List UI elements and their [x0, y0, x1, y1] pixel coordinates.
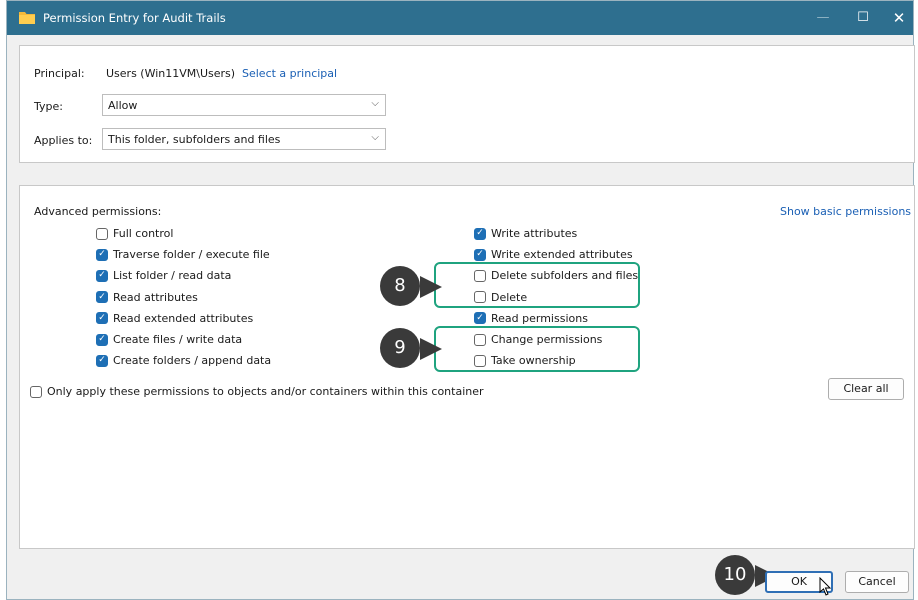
permission-label: Read extended attributes [113, 311, 254, 325]
only-apply-checkbox[interactable]: Only apply these permissions to objects … [30, 385, 484, 398]
folder-icon [19, 12, 35, 24]
checkmark-icon: ✓ [96, 269, 108, 282]
permission-checkbox[interactable]: ✓ Read attributes [96, 291, 198, 304]
type-label: Type: [34, 100, 63, 113]
permission-label: Write attributes [491, 227, 578, 240]
chevron-down-icon: ⌵ [371, 132, 379, 143]
checkmark-icon: ✓ [474, 227, 486, 240]
highlight-delete-group [434, 262, 640, 308]
checkbox-icon [96, 227, 108, 240]
principal-label: Principal: [34, 67, 85, 80]
permission-checkbox[interactable]: ✓ Read permissions [474, 312, 588, 325]
permission-label: Read attributes [113, 290, 198, 304]
minimize-button[interactable]: — [803, 1, 843, 35]
checkmark-icon: ✓ [96, 312, 108, 325]
checkmark-icon: ✓ [96, 291, 108, 304]
only-apply-label: Only apply these permissions to objects … [47, 385, 484, 398]
principal-value: Users (Win11VM\Users) [106, 67, 236, 80]
close-button[interactable]: ✕ [879, 1, 918, 35]
permission-label: Create folders / append data [113, 354, 272, 368]
mouse-cursor-icon [819, 577, 832, 596]
type-select[interactable]: Allow ⌵ [102, 94, 386, 116]
maximize-button[interactable]: ☐ [843, 1, 883, 35]
principal-section: Principal: Users (Win11VM\Users) Select … [19, 45, 915, 163]
checkmark-icon: ✓ [474, 248, 486, 261]
window-title: Permission Entry for Audit Trails [43, 11, 226, 25]
title-bar: Permission Entry for Audit Trails — ☐ ✕ [7, 1, 913, 35]
permission-checkbox[interactable]: ✓ Write attributes [474, 227, 577, 240]
permission-checkbox[interactable]: ✓ List folder / read data [96, 269, 231, 282]
advanced-permissions-label: Advanced permissions: [34, 205, 162, 218]
checkmark-icon: ✓ [96, 248, 108, 261]
permission-label: Full control [113, 227, 174, 240]
permission-label: Read permissions [491, 311, 588, 325]
permission-checkbox[interactable]: ✓ Create files / write data [96, 333, 242, 346]
permission-label: Traverse folder / execute file [113, 248, 270, 262]
permission-label: List folder / read data [113, 269, 232, 283]
permission-checkbox[interactable]: ✓ Write extended attributes [474, 248, 633, 261]
select-principal-link[interactable]: Select a principal [242, 67, 337, 80]
checkmark-icon: ✓ [474, 312, 486, 325]
checkmark-icon: ✓ [96, 354, 108, 367]
clear-all-button[interactable]: Clear all [828, 378, 904, 400]
permission-checkbox[interactable]: ✓ Create folders / append data [96, 354, 271, 367]
permission-checkbox[interactable]: Full control [96, 227, 173, 240]
highlight-ownership-group [434, 326, 640, 372]
checkmark-icon: ✓ [96, 333, 108, 346]
applies-to-select[interactable]: This folder, subfolders and files ⌵ [102, 128, 386, 150]
cancel-button[interactable]: Cancel [845, 571, 909, 593]
permission-checkbox[interactable]: ✓ Read extended attributes [96, 312, 253, 325]
permission-entry-dialog: Permission Entry for Audit Trails — ☐ ✕ … [6, 0, 915, 600]
chevron-down-icon: ⌵ [371, 98, 379, 109]
checkbox-icon [30, 385, 42, 398]
dialog-footer: 10 OK Cancel [7, 555, 913, 599]
type-value: Allow [108, 99, 138, 112]
applies-to-value: This folder, subfolders and files [108, 133, 281, 146]
permission-checkbox[interactable]: ✓ Traverse folder / execute file [96, 248, 270, 261]
permission-label: Create files / write data [113, 333, 243, 346]
permission-label: Write extended attributes [491, 248, 633, 262]
show-basic-permissions-link[interactable]: Show basic permissions [780, 205, 911, 218]
applies-to-label: Applies to: [34, 134, 93, 147]
advanced-permissions-section: Advanced permissions: Show basic permiss… [19, 185, 915, 549]
